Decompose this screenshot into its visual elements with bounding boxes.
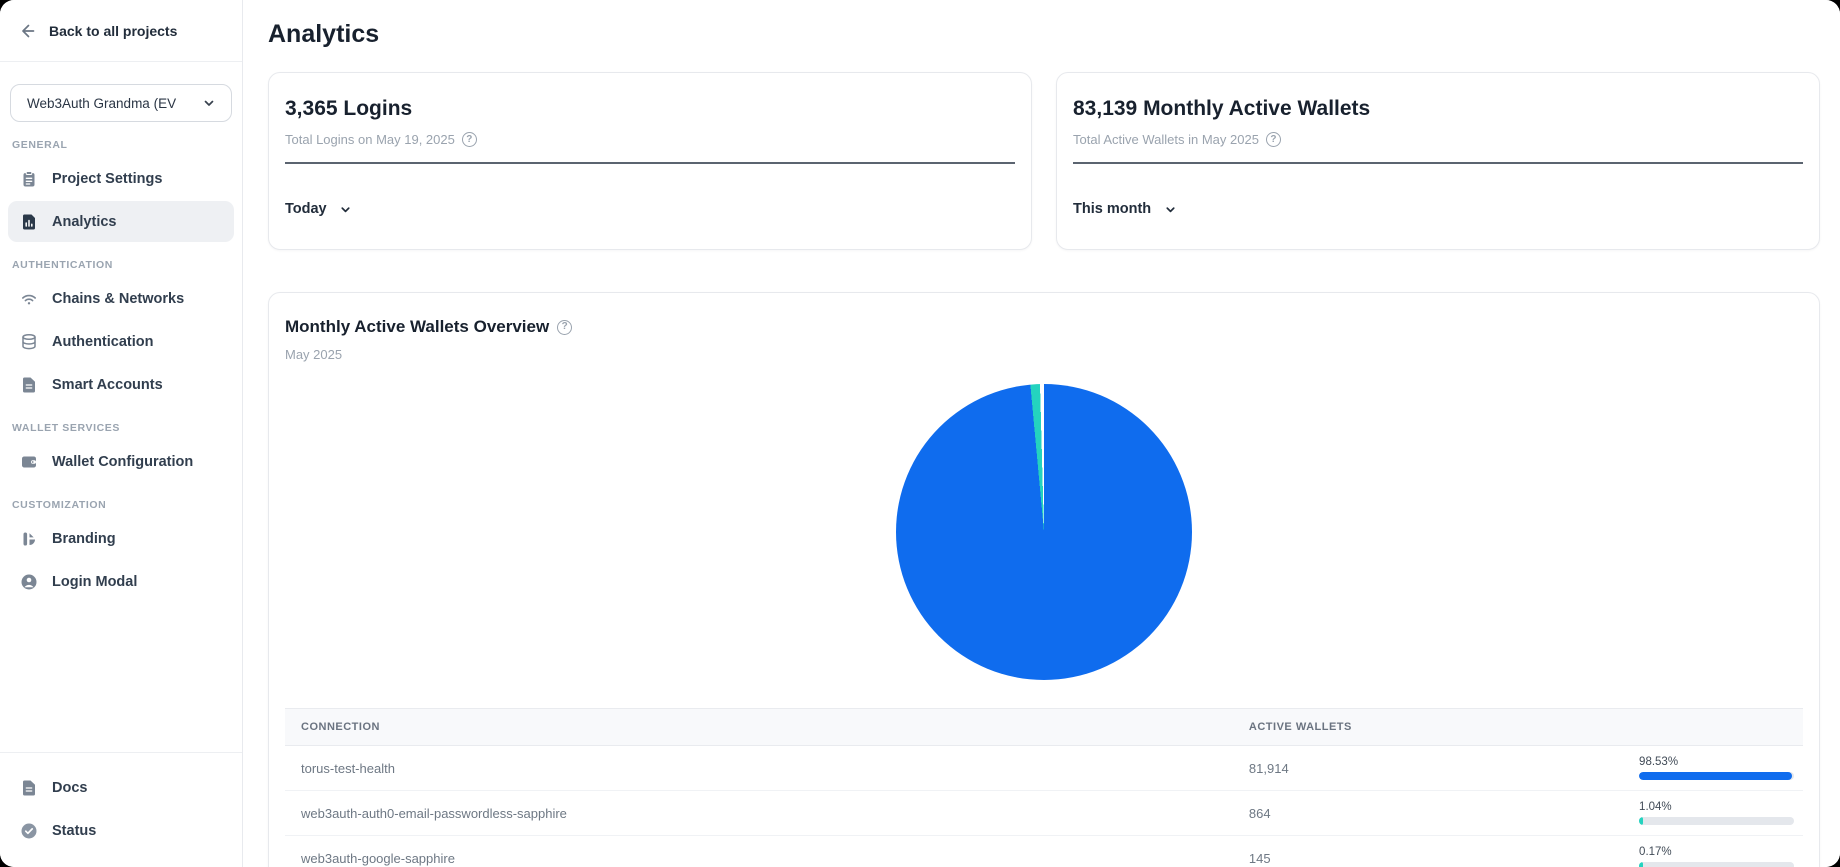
- stat-divider: [1073, 162, 1803, 164]
- percent-bar-track: [1639, 772, 1794, 780]
- active-wallets-range-dropdown[interactable]: This month: [1073, 199, 1180, 219]
- user-circle-icon: [19, 572, 39, 592]
- active-wallets-value: 81,914: [1249, 761, 1639, 776]
- sidebar-item-analytics[interactable]: Analytics: [8, 201, 234, 242]
- wifi-icon: [19, 289, 39, 309]
- branding-icon: [19, 529, 39, 549]
- back-label: Back to all projects: [49, 23, 177, 39]
- logins-range-dropdown[interactable]: Today: [285, 199, 356, 219]
- sidebar-item-label: Branding: [52, 531, 116, 547]
- sidebar-item-label: Wallet Configuration: [52, 454, 193, 470]
- database-icon: [19, 332, 39, 352]
- sidebar-nav: GENERAL Project Settings Analytics AUTHE…: [0, 122, 242, 604]
- percent-bar-track: [1639, 817, 1794, 825]
- percent-bar-fill: [1639, 862, 1643, 867]
- logins-stat-card: 3,365 Logins Total Logins on May 19, 202…: [268, 72, 1032, 250]
- back-to-projects-link[interactable]: Back to all projects: [0, 0, 242, 62]
- overview-subtitle: May 2025: [285, 347, 1803, 362]
- sidebar-item-chains-networks[interactable]: Chains & Networks: [8, 278, 234, 319]
- active-wallets-subtext: Total Active Wallets in May 2025: [1073, 132, 1259, 147]
- project-selector-value: Web3Auth Grandma (EV: [27, 96, 176, 111]
- back-arrow-icon: [18, 21, 38, 41]
- check-circle-icon: [19, 821, 39, 841]
- sidebar-item-label: Smart Accounts: [52, 377, 163, 393]
- column-header-active-wallets: ACTIVE WALLETS: [1249, 721, 1639, 733]
- percent-bar-track: [1639, 862, 1794, 867]
- active-wallets-stat-card: 83,139 Monthly Active Wallets Total Acti…: [1056, 72, 1820, 250]
- sidebar: Back to all projects Web3Auth Grandma (E…: [0, 0, 243, 867]
- percent-bar-fill: [1639, 817, 1643, 825]
- file-icon: [19, 778, 39, 798]
- sidebar-item-label: Login Modal: [52, 574, 137, 590]
- sidebar-item-label: Docs: [52, 780, 87, 796]
- active-wallets-pie-chart[interactable]: [896, 384, 1192, 680]
- range-label: This month: [1073, 201, 1151, 217]
- column-header-connection: CONNECTION: [285, 721, 1249, 733]
- logins-subtext: Total Logins on May 19, 2025: [285, 132, 455, 147]
- help-icon[interactable]: ?: [462, 132, 477, 147]
- page-title: Analytics: [268, 20, 1820, 49]
- table-row[interactable]: web3auth-auth0-email-passwordless-sapphi…: [285, 791, 1803, 836]
- connection-name: web3auth-auth0-email-passwordless-sapphi…: [285, 806, 1249, 821]
- sidebar-item-label: Chains & Networks: [52, 291, 184, 307]
- connection-name: torus-test-health: [285, 761, 1249, 776]
- sidebar-item-authentication[interactable]: Authentication: [8, 321, 234, 362]
- chevron-down-icon: [199, 93, 219, 113]
- file-icon: [19, 375, 39, 395]
- chevron-down-icon: [336, 199, 356, 219]
- clipboard-icon: [19, 169, 39, 189]
- overview-card: Monthly Active Wallets Overview ? May 20…: [268, 292, 1820, 867]
- main-content: Analytics 3,365 Logins Total Logins on M…: [244, 0, 1840, 867]
- chevron-down-icon: [1160, 199, 1180, 219]
- sidebar-item-status[interactable]: Status: [8, 810, 234, 851]
- app-window: Back to all projects Web3Auth Grandma (E…: [0, 0, 1840, 867]
- sidebar-item-label: Status: [52, 823, 96, 839]
- stat-divider: [285, 162, 1015, 164]
- sidebar-item-smart-accounts[interactable]: Smart Accounts: [8, 364, 234, 405]
- sidebar-item-docs[interactable]: Docs: [8, 767, 234, 808]
- active-wallets-value: 145: [1249, 851, 1639, 866]
- sidebar-item-label: Authentication: [52, 334, 154, 350]
- section-label-customization: CUSTOMIZATION: [12, 499, 230, 511]
- section-label-wallet-services: WALLET SERVICES: [12, 422, 230, 434]
- sidebar-item-project-settings[interactable]: Project Settings: [8, 158, 234, 199]
- bar-chart-icon: [19, 212, 39, 232]
- pie-chart-area: [285, 370, 1803, 694]
- sidebar-item-label: Analytics: [52, 214, 116, 230]
- sidebar-item-login-modal[interactable]: Login Modal: [8, 561, 234, 602]
- active-wallets-value: 864: [1249, 806, 1639, 821]
- percent-bar-fill: [1639, 772, 1792, 780]
- connection-name: web3auth-google-sapphire: [285, 851, 1249, 866]
- sidebar-footer: Docs Status: [0, 752, 242, 867]
- percent-label: 98.53%: [1639, 756, 1803, 768]
- connections-table: CONNECTION ACTIVE WALLETS torus-test-hea…: [285, 708, 1803, 867]
- sidebar-item-label: Project Settings: [52, 171, 162, 187]
- section-label-authentication: AUTHENTICATION: [12, 259, 230, 271]
- table-row[interactable]: torus-test-health 81,914 98.53%: [285, 746, 1803, 791]
- project-selector[interactable]: Web3Auth Grandma (EV: [10, 84, 232, 122]
- section-label-general: GENERAL: [12, 139, 230, 151]
- table-row[interactable]: web3auth-google-sapphire 145 0.17%: [285, 836, 1803, 867]
- table-header: CONNECTION ACTIVE WALLETS: [285, 708, 1803, 746]
- range-label: Today: [285, 201, 327, 217]
- percent-label: 1.04%: [1639, 801, 1803, 813]
- help-icon[interactable]: ?: [1266, 132, 1281, 147]
- help-icon[interactable]: ?: [557, 320, 572, 335]
- logins-headline: 3,365 Logins: [285, 97, 1015, 121]
- overview-title: Monthly Active Wallets Overview: [285, 317, 549, 337]
- percent-label: 0.17%: [1639, 846, 1803, 858]
- active-wallets-headline: 83,139 Monthly Active Wallets: [1073, 97, 1803, 121]
- wallet-icon: [19, 452, 39, 472]
- sidebar-item-branding[interactable]: Branding: [8, 518, 234, 559]
- stat-cards-row: 3,365 Logins Total Logins on May 19, 202…: [268, 72, 1820, 250]
- sidebar-item-wallet-configuration[interactable]: Wallet Configuration: [8, 441, 234, 482]
